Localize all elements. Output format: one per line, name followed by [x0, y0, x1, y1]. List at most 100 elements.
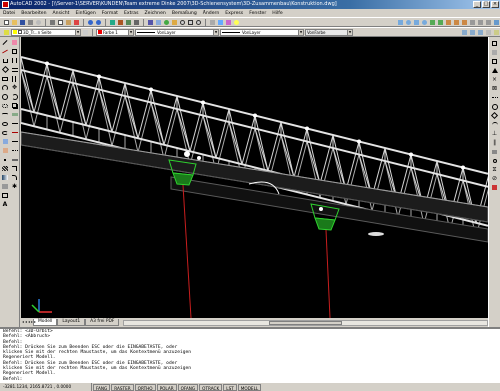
menu-bemassung[interactable]: Bemaßung: [172, 11, 197, 16]
tab-navigation-arrows-icon[interactable]: ◂◂◂▸▸: [22, 319, 37, 324]
solid-cone-icon[interactable]: [413, 19, 420, 26]
named-views-icon[interactable]: [155, 19, 162, 26]
undo-icon[interactable]: [87, 19, 94, 26]
distance-icon[interactable]: [133, 19, 140, 26]
zoom-window-icon[interactable]: [187, 19, 194, 26]
3d-orbit-icon[interactable]: [163, 19, 170, 26]
copy-icon[interactable]: [57, 19, 64, 26]
menu-zeichnen[interactable]: Zeichnen: [145, 11, 166, 16]
tab-layout1[interactable]: Layout1: [57, 319, 86, 326]
layer-select[interactable]: 3D_Tr...n Seite ▼: [11, 28, 81, 36]
make-block-icon[interactable]: [2, 147, 9, 154]
polyline-icon[interactable]: [2, 57, 9, 64]
interference-icon[interactable]: [485, 19, 492, 26]
plotstyle-select[interactable]: VonFarbe ▼: [305, 28, 353, 36]
cut-icon[interactable]: [49, 19, 56, 26]
snap-quadrant-icon[interactable]: [490, 111, 499, 120]
snap-midpoint-icon[interactable]: [491, 67, 498, 74]
menu-bearbeiten[interactable]: Bearbeiten: [21, 11, 46, 16]
snap-perpendicular-icon[interactable]: ⊥: [491, 130, 498, 137]
status-modell[interactable]: MODELL: [237, 383, 262, 391]
revolve-icon[interactable]: [437, 19, 444, 26]
help-icon[interactable]: [233, 19, 240, 26]
menu-format[interactable]: Format: [102, 11, 118, 16]
stretch-icon[interactable]: [11, 111, 18, 118]
section-icon[interactable]: [477, 19, 484, 26]
design-center-icon[interactable]: [217, 19, 224, 26]
make-layer-current-icon[interactable]: [82, 29, 89, 36]
union-icon[interactable]: [445, 19, 452, 26]
snap-extension-icon[interactable]: [491, 94, 498, 101]
osnap-icon[interactable]: [117, 19, 124, 26]
model-viewport[interactable]: [21, 37, 488, 318]
hatch-icon[interactable]: [2, 165, 9, 172]
polygon-icon[interactable]: [1, 65, 9, 74]
3d-view-iso-icon[interactable]: [477, 29, 484, 36]
slice-icon[interactable]: [469, 19, 476, 26]
move-icon[interactable]: ✥: [11, 84, 18, 91]
menu-express[interactable]: Express: [225, 11, 243, 16]
table-icon[interactable]: [2, 192, 9, 199]
snap-endpoint-icon[interactable]: [491, 58, 498, 65]
multiline-text-icon[interactable]: A: [2, 201, 9, 208]
snap-apparent-icon[interactable]: ⊠: [491, 85, 498, 92]
maximize-button[interactable]: □: [482, 1, 490, 8]
menu-extras[interactable]: Extras: [124, 11, 139, 16]
status-otrack[interactable]: OTRACK: [199, 383, 223, 391]
break-icon[interactable]: [11, 147, 18, 154]
print-icon[interactable]: [27, 19, 34, 26]
coordinate-readout[interactable]: -3281.1234, 2165.8721 , 0.0000: [0, 383, 92, 391]
setup-view-icon[interactable]: [493, 19, 500, 26]
trim-icon[interactable]: [11, 120, 18, 127]
paste-icon[interactable]: [65, 19, 72, 26]
match-properties-icon[interactable]: [73, 19, 80, 26]
status-raster[interactable]: RASTER: [111, 383, 134, 391]
snap-nearest-icon[interactable]: ⧖: [491, 166, 498, 173]
status-ofang[interactable]: OFANG: [177, 383, 199, 391]
zoom-previous-icon[interactable]: [195, 19, 202, 26]
snap-tangent-icon[interactable]: [491, 121, 498, 128]
construction-line-icon[interactable]: [2, 48, 9, 55]
pan-icon[interactable]: [171, 19, 178, 26]
menu-ansicht[interactable]: Ansicht: [53, 11, 70, 16]
zoom-realtime-icon[interactable]: [179, 19, 186, 26]
minimize-button[interactable]: _: [473, 1, 481, 8]
tool-palettes-icon[interactable]: [225, 19, 232, 26]
lineweight-select[interactable]: VonLayer ▼: [220, 28, 304, 36]
rotate-icon[interactable]: [11, 93, 18, 100]
temp-tracking-icon[interactable]: [491, 40, 498, 47]
status-lst[interactable]: LST: [223, 383, 237, 391]
layer-manager-icon[interactable]: [3, 29, 10, 36]
3d-view-top-icon[interactable]: [461, 29, 468, 36]
subtract-icon[interactable]: [453, 19, 460, 26]
redo-icon[interactable]: [95, 19, 102, 26]
chevron-down-icon[interactable]: ▼: [347, 29, 352, 35]
render-icon[interactable]: [493, 29, 500, 36]
point-icon[interactable]: [2, 156, 9, 163]
tab-a3-frei-pdf[interactable]: A3 frei PDF: [85, 319, 120, 326]
offset-icon[interactable]: [11, 66, 18, 73]
snap-none-icon[interactable]: ⊘: [491, 175, 498, 182]
break-at-point-icon[interactable]: [11, 138, 18, 145]
close-button[interactable]: ×: [491, 1, 499, 8]
solid-cylinder-icon[interactable]: [405, 19, 412, 26]
snap-from-icon[interactable]: [491, 49, 498, 56]
save-icon[interactable]: [19, 19, 26, 26]
solid-sphere-icon[interactable]: [421, 19, 428, 26]
join-icon[interactable]: [11, 156, 18, 163]
chevron-down-icon[interactable]: ▼: [75, 29, 80, 35]
rectangle-icon[interactable]: [2, 75, 9, 82]
preview-icon[interactable]: [35, 19, 42, 26]
snap-intersection-icon[interactable]: ×: [491, 76, 498, 83]
menu-aendern[interactable]: Ändern: [203, 11, 220, 16]
open-icon[interactable]: [11, 19, 18, 26]
menu-hilfe[interactable]: Hilfe: [272, 11, 282, 16]
scale-icon[interactable]: [11, 102, 18, 109]
arc-icon[interactable]: [2, 84, 9, 91]
hyperlink-icon[interactable]: [109, 19, 116, 26]
horizontal-scrollbar[interactable]: [123, 320, 488, 326]
array-icon[interactable]: [11, 75, 18, 82]
mirror-icon[interactable]: [11, 57, 18, 64]
erase-icon[interactable]: [11, 39, 18, 46]
chamfer-icon[interactable]: [11, 165, 18, 172]
